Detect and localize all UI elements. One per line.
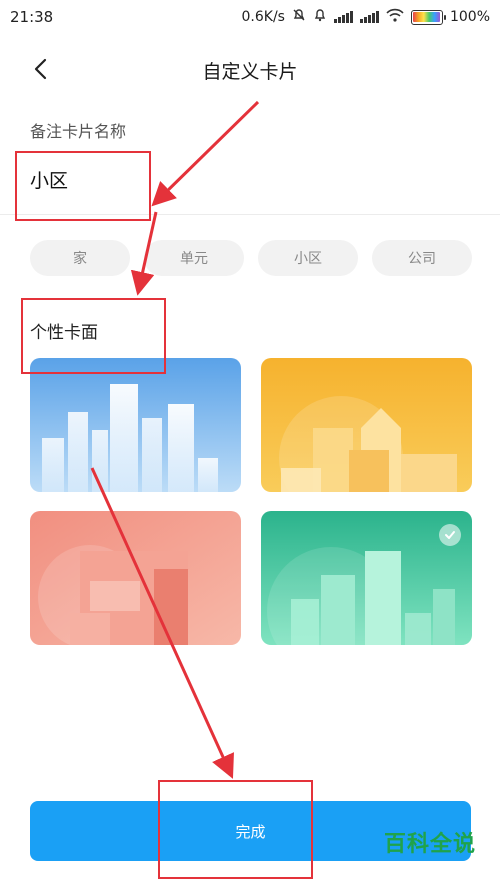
chip-company[interactable]: 公司 <box>372 240 472 276</box>
card-name-input[interactable]: 小区 <box>30 166 68 193</box>
header: 自定义卡片 <box>0 44 500 96</box>
status-bar: 21:38 0.6K/s 100% <box>0 0 500 34</box>
card-style-red-building[interactable] <box>30 511 241 645</box>
page-title: 自定义卡片 <box>202 60 298 83</box>
divider <box>0 214 500 215</box>
status-icons: 0.6K/s 100% <box>241 8 490 26</box>
mute-icon <box>292 8 306 26</box>
wifi-icon <box>386 8 404 26</box>
name-suggestions: 家 单元 小区 公司 <box>30 240 472 276</box>
card-style-label: 个性卡面 <box>30 323 98 343</box>
card-style-orange-houses[interactable] <box>261 358 472 492</box>
signal-icon-2 <box>359 11 379 23</box>
chip-home[interactable]: 家 <box>30 240 130 276</box>
bell-icon <box>313 8 327 26</box>
battery-percent: 100% <box>449 9 490 25</box>
status-time: 21:38 <box>10 8 54 26</box>
chip-community[interactable]: 小区 <box>258 240 358 276</box>
card-style-green-city[interactable] <box>261 511 472 645</box>
watermark-subtitle: 助你轻松解决 <box>393 862 466 876</box>
watermark-title: 百科全说 <box>383 832 476 857</box>
selected-check-icon <box>439 524 461 546</box>
card-style-blue-city[interactable] <box>30 358 241 492</box>
battery-icon <box>410 9 446 25</box>
signal-icon <box>333 11 353 23</box>
card-name-label: 备注卡片名称 <box>30 122 127 141</box>
chip-unit[interactable]: 单元 <box>144 240 244 276</box>
back-icon[interactable] <box>30 57 54 81</box>
watermark-logo: 百科全说 助你轻松解决 <box>370 826 490 882</box>
network-speed: 0.6K/s <box>241 9 285 25</box>
